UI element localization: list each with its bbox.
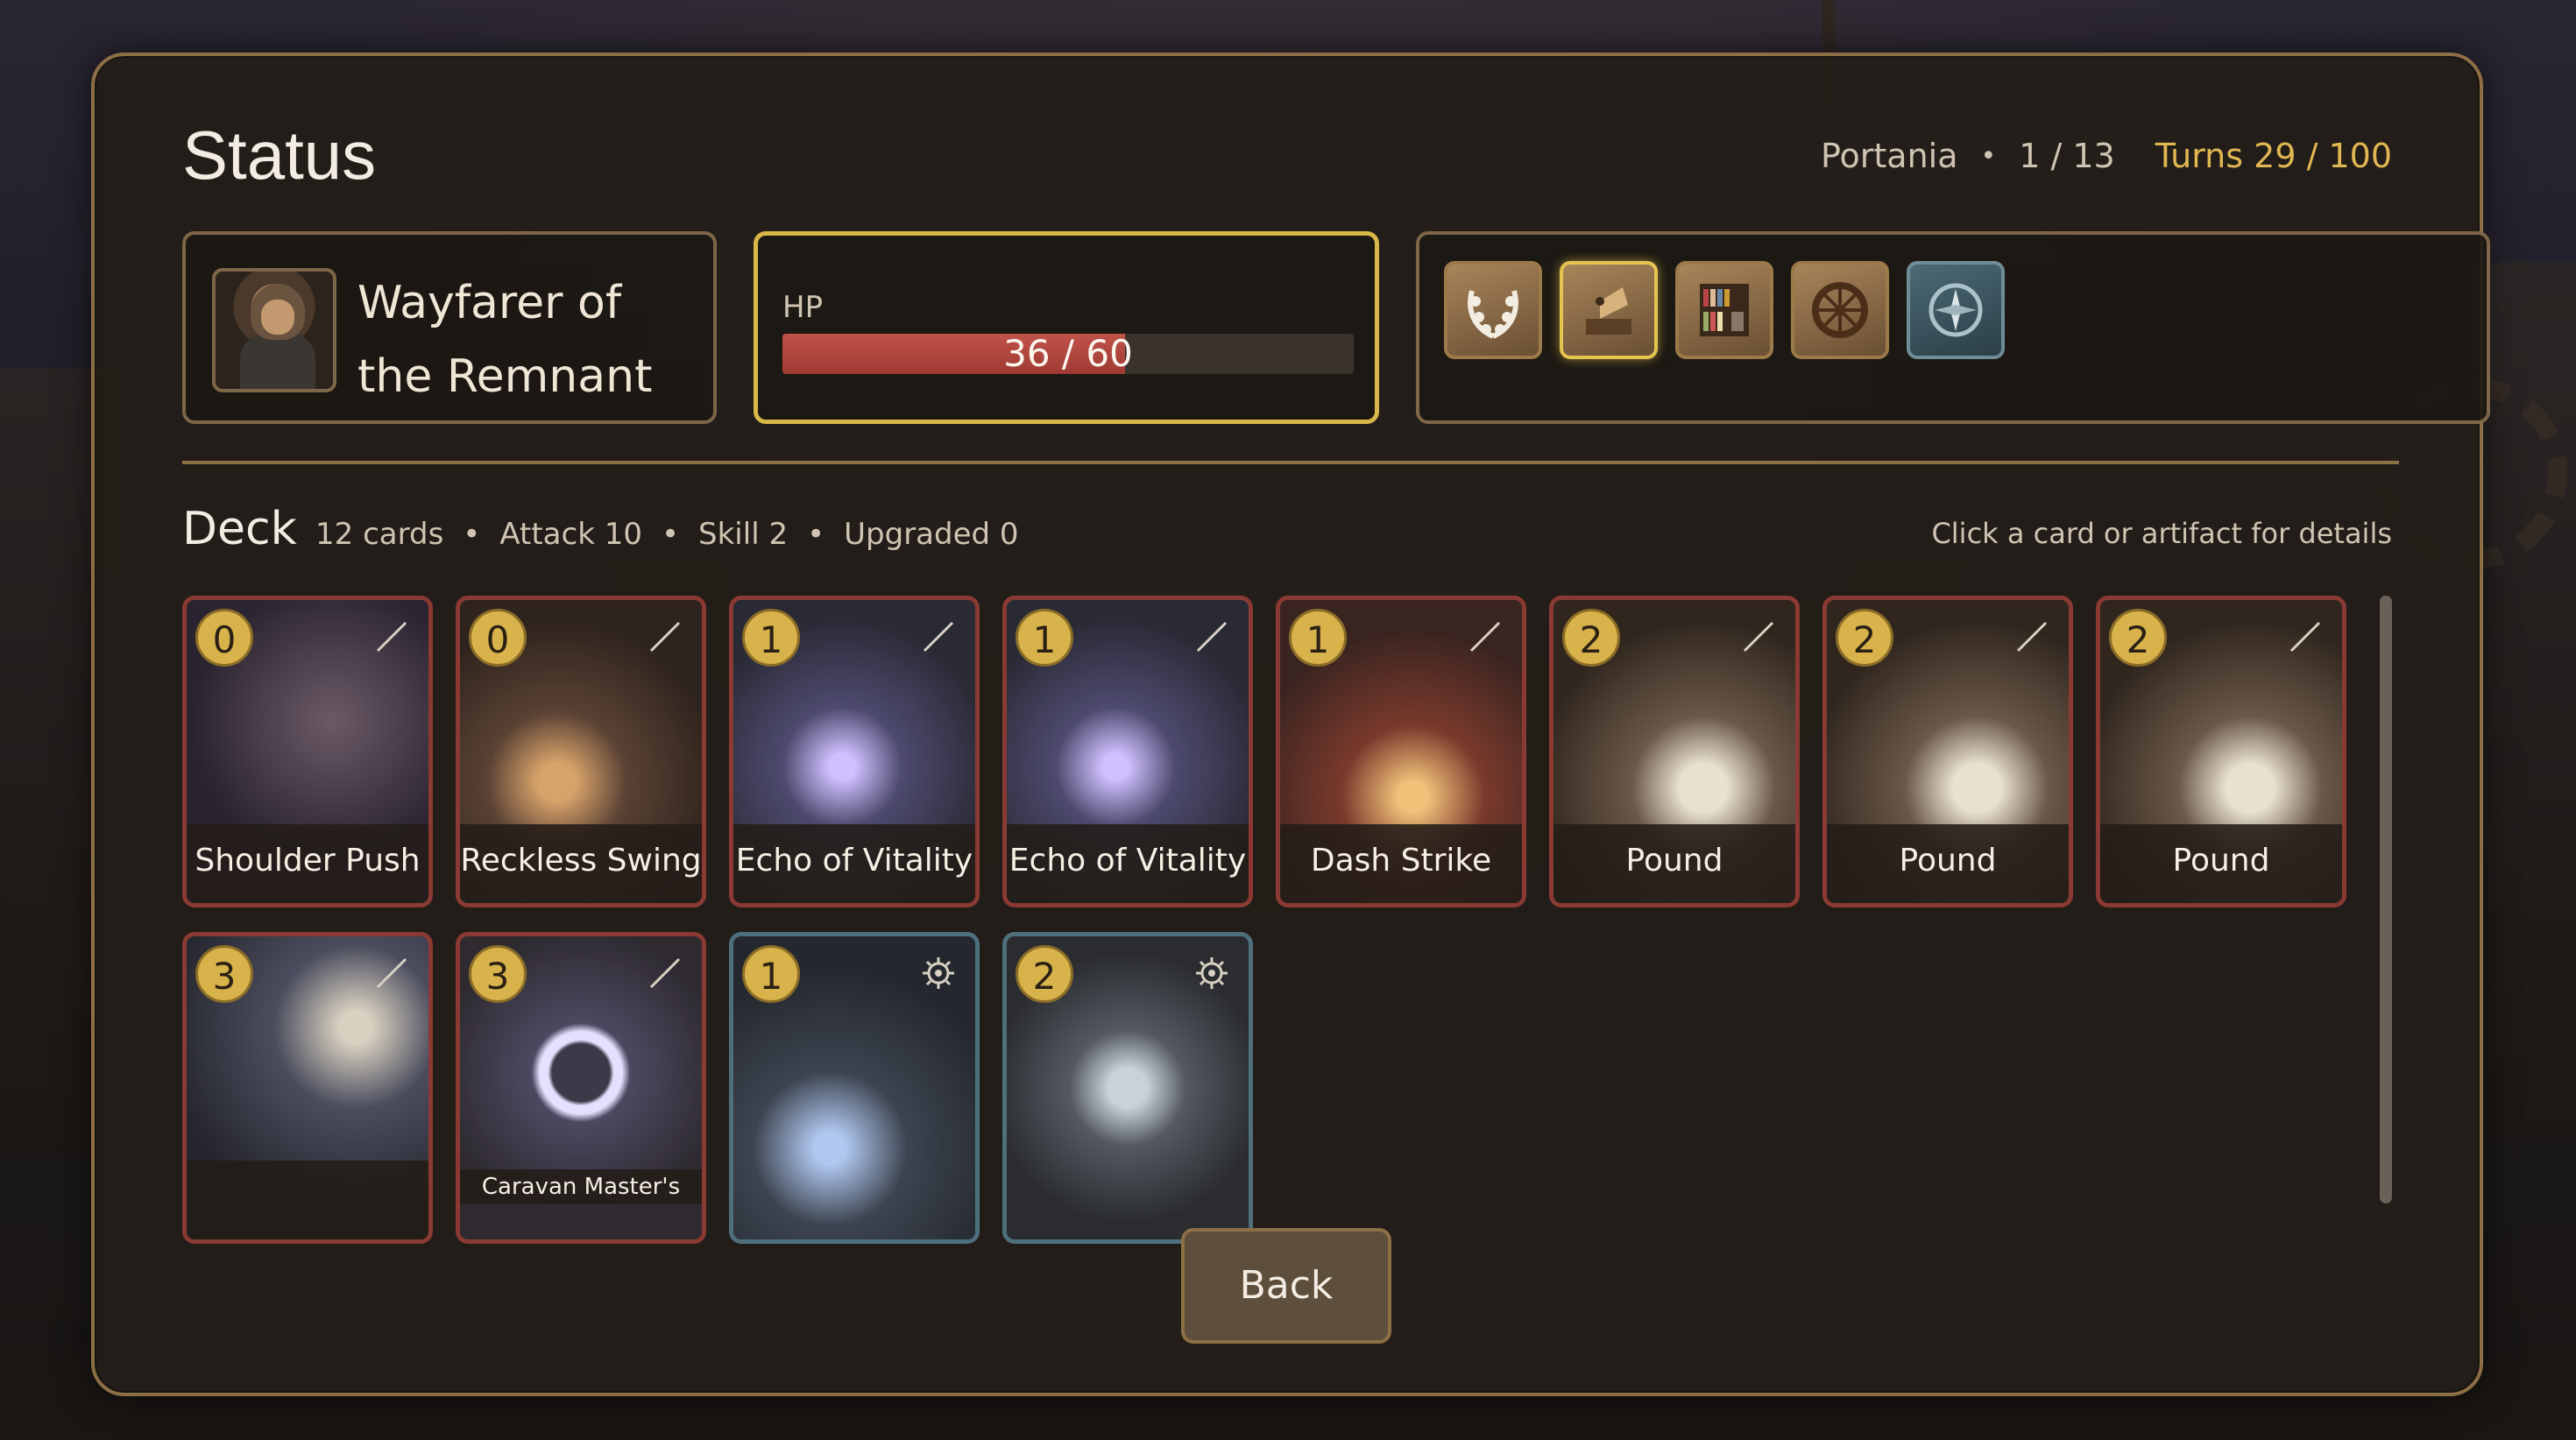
card-cost-badge: 0	[195, 609, 253, 667]
sword-icon	[2016, 621, 2048, 653]
hero-portrait	[212, 268, 336, 392]
sword-icon	[1469, 621, 1501, 653]
card-name: Echo of Vitality	[733, 824, 975, 903]
gear-icon	[1196, 957, 1228, 989]
card-cost-badge: 1	[1016, 609, 1073, 667]
hp-label: HP	[782, 290, 824, 325]
sword-icon	[376, 957, 407, 989]
card-cost-badge: 1	[1289, 609, 1347, 667]
deck-stats: 12 cards • Attack 10 • Skill 2 • Upgrade…	[315, 517, 1019, 552]
card-grid: 0 Shoulder Push 0 Reckless Swing 1 Echo …	[182, 596, 2355, 1251]
hero-card: Wayfarer of the Remnant	[182, 231, 717, 424]
run-info: Portania • 1 / 13 Turns 29 / 100	[1821, 137, 2392, 175]
page-title: Status	[182, 116, 377, 194]
card-cost-badge: 3	[469, 945, 527, 1003]
deck-attack-count: Attack 10	[499, 517, 642, 552]
wooden-wheel-icon[interactable]	[1791, 261, 1889, 359]
location-name: Portania	[1820, 137, 1958, 175]
card-cost-badge: 2	[1562, 609, 1620, 667]
turn-counter: Turns 29 / 100	[2155, 137, 2392, 175]
deck-skill-count: Skill 2	[698, 517, 789, 552]
card-cost-badge: 3	[195, 945, 253, 1003]
card-name: Pound	[1827, 824, 2069, 903]
sword-icon	[923, 621, 954, 653]
back-button[interactable]: Back	[1181, 1228, 1391, 1344]
gramophone-icon[interactable]	[1560, 261, 1658, 359]
deck-hint: Click a card or artifact for details	[1931, 517, 2392, 550]
compass-rose-icon[interactable]	[1907, 261, 2005, 359]
hp-value: 36 / 60	[1003, 334, 1133, 374]
deck-title: Deck	[182, 503, 297, 555]
deck-card[interactable]: 2 Pound	[2096, 596, 2346, 907]
deck-card[interactable]: 2	[1002, 932, 1253, 1244]
sword-icon	[649, 621, 681, 653]
bookshelf-icon[interactable]	[1675, 261, 1773, 359]
laurel-wreath-icon[interactable]	[1444, 261, 1542, 359]
status-panel: Status Portania • 1 / 13 Turns 29 / 100 …	[91, 53, 2490, 1396]
card-cost-badge: 2	[1016, 945, 1073, 1003]
sword-icon	[376, 621, 407, 653]
deck-card[interactable]: 1 Dash Strike	[1276, 596, 1526, 907]
scrollbar-thumb[interactable]	[2380, 596, 2392, 1204]
deck-card[interactable]: 2 Pound	[1822, 596, 2073, 907]
sword-icon	[2289, 621, 2321, 653]
card-name: Reckless Swing	[460, 824, 702, 903]
deck-card[interactable]: 3 Caravan Master's	[456, 932, 706, 1244]
card-name	[187, 1161, 428, 1239]
card-name: Echo of Vitality	[1007, 824, 1249, 903]
deck-card[interactable]: 1 Echo of Vitality	[1002, 596, 1253, 907]
floor-progress: 1 / 13	[2019, 137, 2115, 175]
card-name: Caravan Master's	[460, 1169, 702, 1204]
card-name: Dash Strike	[1280, 824, 1522, 903]
deck-card[interactable]: 0 Reckless Swing	[456, 596, 706, 907]
card-cost-badge: 2	[2109, 609, 2167, 667]
card-name: Pound	[1553, 824, 1795, 903]
card-name: Pound	[2100, 824, 2342, 903]
separator-dot: •	[463, 517, 481, 552]
card-cost-badge: 1	[742, 609, 800, 667]
card-cost-badge: 0	[469, 609, 527, 667]
hp-bar: 36 / 60	[782, 334, 1354, 374]
sword-icon	[1743, 621, 1774, 653]
hp-panel: HP 36 / 60	[754, 231, 1379, 424]
deck-card[interactable]: 1 Echo of Vitality	[729, 596, 980, 907]
deck-card[interactable]: 2 Pound	[1549, 596, 1800, 907]
deck-card-count: 12 cards	[315, 517, 444, 552]
separator-dot: •	[1980, 140, 1997, 172]
deck-scrollbar[interactable]	[2380, 596, 2392, 1204]
card-cost-badge: 1	[742, 945, 800, 1003]
hero-name: Wayfarer of the Remnant	[357, 277, 653, 403]
gear-icon	[923, 957, 954, 989]
card-name: Shoulder Push	[187, 824, 428, 903]
separator-dot: •	[807, 517, 825, 552]
sword-icon	[649, 957, 681, 989]
deck-card[interactable]: 1	[729, 932, 980, 1244]
section-divider	[182, 461, 2399, 464]
deck-upgraded-count: Upgraded 0	[844, 517, 1019, 552]
card-cost-badge: 2	[1836, 609, 1893, 667]
deck-card[interactable]: 0 Shoulder Push	[182, 596, 433, 907]
deck-card[interactable]: 3	[182, 932, 433, 1244]
artifact-bar	[1416, 231, 2490, 424]
separator-dot: •	[661, 517, 680, 552]
sword-icon	[1196, 621, 1228, 653]
